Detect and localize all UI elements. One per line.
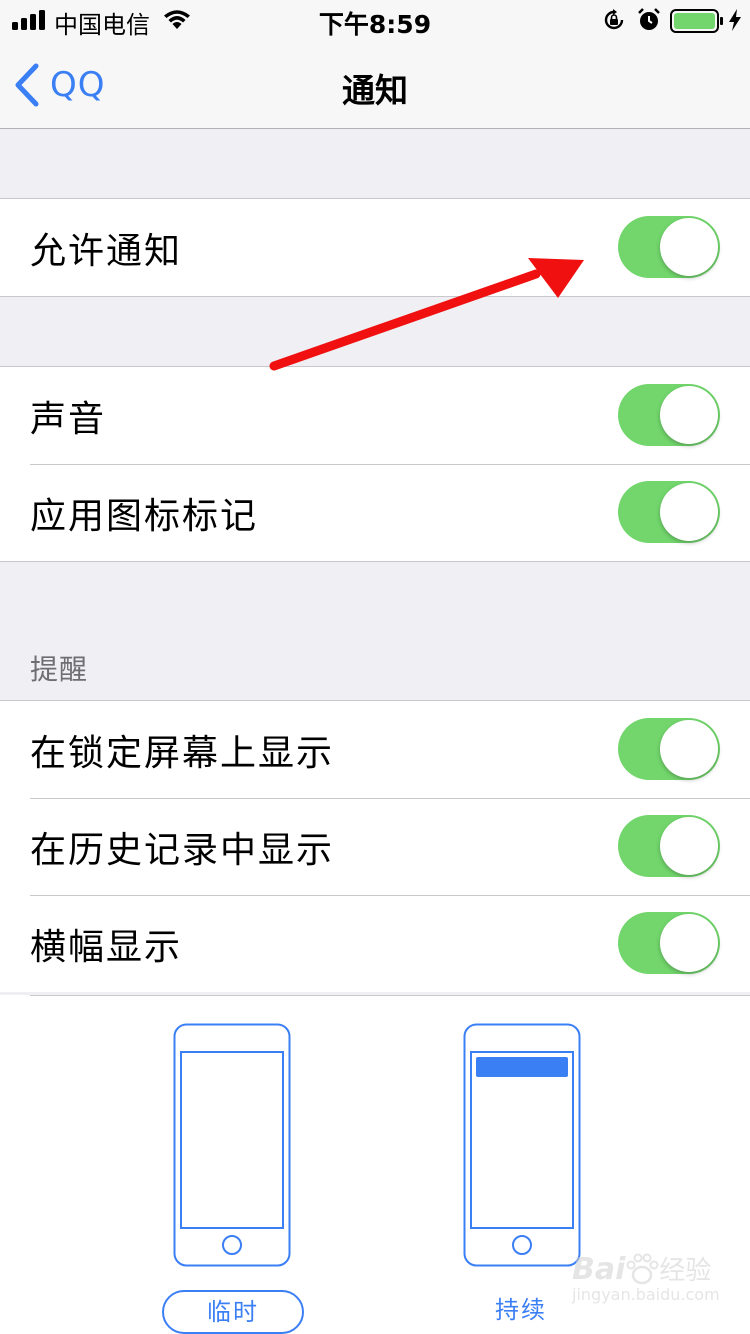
rotation-lock-icon <box>604 9 624 30</box>
temporary-banner-phone-icon[interactable] <box>173 1023 291 1267</box>
watermark-brand-tail: 经验 <box>659 1256 712 1286</box>
battery-icon <box>670 9 723 33</box>
navigation-bar: QQ 通知 <box>0 40 750 129</box>
alarm-icon <box>638 8 660 30</box>
divider <box>30 995 750 996</box>
banner-row: 横幅显示 <box>0 895 750 992</box>
history-label: 在历史记录中显示 <box>30 829 335 871</box>
toggle-knob <box>660 483 718 541</box>
watermark-brand: Bai <box>572 1252 626 1287</box>
history-row: 在历史记录中显示 <box>0 798 750 895</box>
red-arrow-annotation <box>269 258 584 371</box>
toggle-knob <box>660 218 718 276</box>
alerts-section-header: 提醒 <box>30 653 89 686</box>
badge-row: 应用图标标记 <box>0 464 750 561</box>
sound-label: 声音 <box>30 398 107 440</box>
banner-label: 横幅显示 <box>30 926 183 968</box>
lock-screen-row: 在锁定屏幕上显示 <box>0 701 750 798</box>
sound-badge-group: 声音 应用图标标记 <box>0 366 750 562</box>
notifications-settings-screen: 中国电信 下午8:59 QQ 通知 允许通知 声音 应用图标标记 提醒 在锁定屏… <box>0 0 750 1334</box>
lock-screen-label: 在锁定屏幕上显示 <box>30 732 335 774</box>
badge-toggle[interactable] <box>618 481 720 543</box>
temporary-option-button[interactable]: 临时 <box>162 1290 304 1334</box>
lock-screen-toggle[interactable] <box>618 718 720 780</box>
toggle-knob <box>660 720 718 778</box>
paw-icon <box>626 1253 659 1285</box>
persistent-option-button[interactable]: 持续 <box>452 1290 590 1330</box>
alerts-group: 在锁定屏幕上显示 在历史记录中显示 横幅显示 <box>0 700 750 992</box>
history-toggle[interactable] <box>618 815 720 877</box>
status-bar: 中国电信 下午8:59 <box>0 0 750 40</box>
sound-row: 声音 <box>0 367 750 464</box>
page-title: 通知 <box>342 71 408 110</box>
watermark-url: jingyan.baidu.com <box>572 1285 720 1304</box>
baidu-jingyan-watermark: Bai 经验 jingyan.baidu.com <box>572 1250 720 1304</box>
charging-bolt-icon <box>729 9 741 31</box>
banner-toggle[interactable] <box>618 912 720 974</box>
persistent-banner-phone-icon[interactable] <box>463 1023 581 1267</box>
badge-label: 应用图标标记 <box>30 495 259 537</box>
toggle-knob <box>660 914 718 972</box>
allow-notifications-toggle[interactable] <box>618 216 720 278</box>
toggle-knob <box>660 817 718 875</box>
toggle-knob <box>660 386 718 444</box>
allow-notifications-label: 允许通知 <box>30 230 183 272</box>
sound-toggle[interactable] <box>618 384 720 446</box>
